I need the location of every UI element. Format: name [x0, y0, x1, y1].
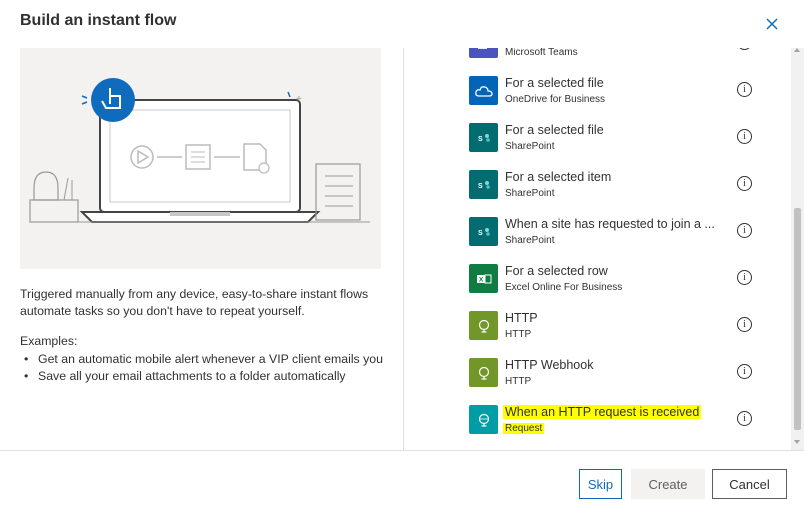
flow-description: Triggered manually from any device, easy…: [20, 287, 369, 318]
http-globe-icon: [469, 358, 498, 387]
trigger-title: When an HTTP request is received: [503, 405, 702, 419]
scroll-down-arrow[interactable]: [794, 440, 800, 444]
request-icon: [469, 405, 498, 434]
trigger-connector: HTTP: [505, 329, 532, 340]
info-icon[interactable]: i: [737, 317, 752, 332]
info-icon[interactable]: i: [737, 82, 752, 97]
svg-text:S: S: [478, 136, 483, 143]
trigger-connector: OneDrive for Business: [505, 94, 606, 105]
examples-list: Get an automatic mobile alert whenever a…: [20, 351, 390, 385]
trigger-item[interactable]: HTTP Webhook HTTP i: [404, 351, 791, 398]
example-item: Get an automatic mobile alert whenever a…: [20, 351, 390, 368]
footer-divider: [0, 450, 804, 451]
scrollbar[interactable]: [791, 48, 804, 450]
trigger-item[interactable]: For a selected file OneDrive for Business…: [404, 69, 791, 116]
left-panel: + Triggered manually from any device, ea…: [0, 48, 403, 450]
trigger-connector: Request: [503, 423, 545, 434]
trigger-title: For a selected row: [505, 264, 608, 278]
onedrive-icon: [469, 76, 498, 105]
dialog-title: Build an instant flow: [20, 12, 177, 29]
info-icon[interactable]: i: [737, 364, 752, 379]
examples-label: Examples:: [20, 334, 78, 348]
example-item: Save all your email attachments to a fol…: [20, 368, 390, 385]
sharepoint-icon: S: [469, 170, 498, 199]
close-icon[interactable]: [764, 16, 780, 32]
trigger-title: HTTP Webhook: [505, 358, 594, 372]
svg-text:+: +: [296, 94, 302, 105]
trigger-item[interactable]: S For a selected item SharePoint i: [404, 163, 791, 210]
trigger-connector: HTTP: [505, 376, 532, 387]
trigger-title: For a selected file: [505, 123, 604, 137]
trigger-item[interactable]: S For a selected file SharePoint i: [404, 116, 791, 163]
trigger-title: For a selected item: [505, 170, 612, 184]
sharepoint-icon: S: [469, 217, 498, 246]
scrollbar-thumb[interactable]: [794, 208, 801, 430]
info-icon[interactable]: i: [737, 129, 752, 144]
skip-button[interactable]: Skip: [579, 469, 622, 499]
svg-text:S: S: [478, 183, 483, 190]
info-icon[interactable]: i: [737, 48, 752, 50]
trigger-item[interactable]: S When a site has requested to join a ...…: [404, 210, 791, 257]
scroll-up-arrow[interactable]: [794, 48, 800, 52]
http-globe-icon: [469, 311, 498, 340]
trigger-item[interactable]: When an HTTP request is received Request i: [404, 398, 791, 445]
svg-text:T: T: [480, 48, 485, 49]
trigger-connector: SharePoint: [505, 141, 555, 152]
trigger-item[interactable]: TFor a selected messageMicrosoft Teamsi: [404, 48, 791, 69]
trigger-connector: SharePoint: [505, 188, 555, 199]
create-button[interactable]: Create: [631, 469, 705, 499]
cancel-button[interactable]: Cancel: [712, 469, 787, 499]
teams-icon: T: [469, 48, 498, 58]
svg-text:S: S: [478, 230, 483, 237]
trigger-connector: Excel Online For Business: [505, 282, 623, 293]
info-icon[interactable]: i: [737, 176, 752, 191]
trigger-title: For a selected file: [505, 76, 604, 90]
trigger-connector: Microsoft Teams: [505, 48, 578, 58]
trigger-title: When a site has requested to join a ...: [505, 217, 715, 231]
info-icon[interactable]: i: [737, 270, 752, 285]
trigger-list: TFor a selected messageMicrosoft TeamsiF…: [404, 48, 791, 450]
trigger-item[interactable]: X For a selected row Excel Online For Busi…: [404, 257, 791, 304]
excel-icon: X: [469, 264, 498, 293]
trigger-title: HTTP: [505, 311, 538, 325]
illustration: +: [20, 48, 381, 269]
sharepoint-icon: S: [469, 123, 498, 152]
info-icon[interactable]: i: [737, 411, 752, 426]
laptop-illustration: +: [29, 78, 370, 223]
info-icon[interactable]: i: [737, 223, 752, 238]
trigger-connector: SharePoint: [505, 235, 555, 246]
trigger-item[interactable]: HTTP HTTP i: [404, 304, 791, 351]
svg-text:X: X: [478, 276, 483, 283]
